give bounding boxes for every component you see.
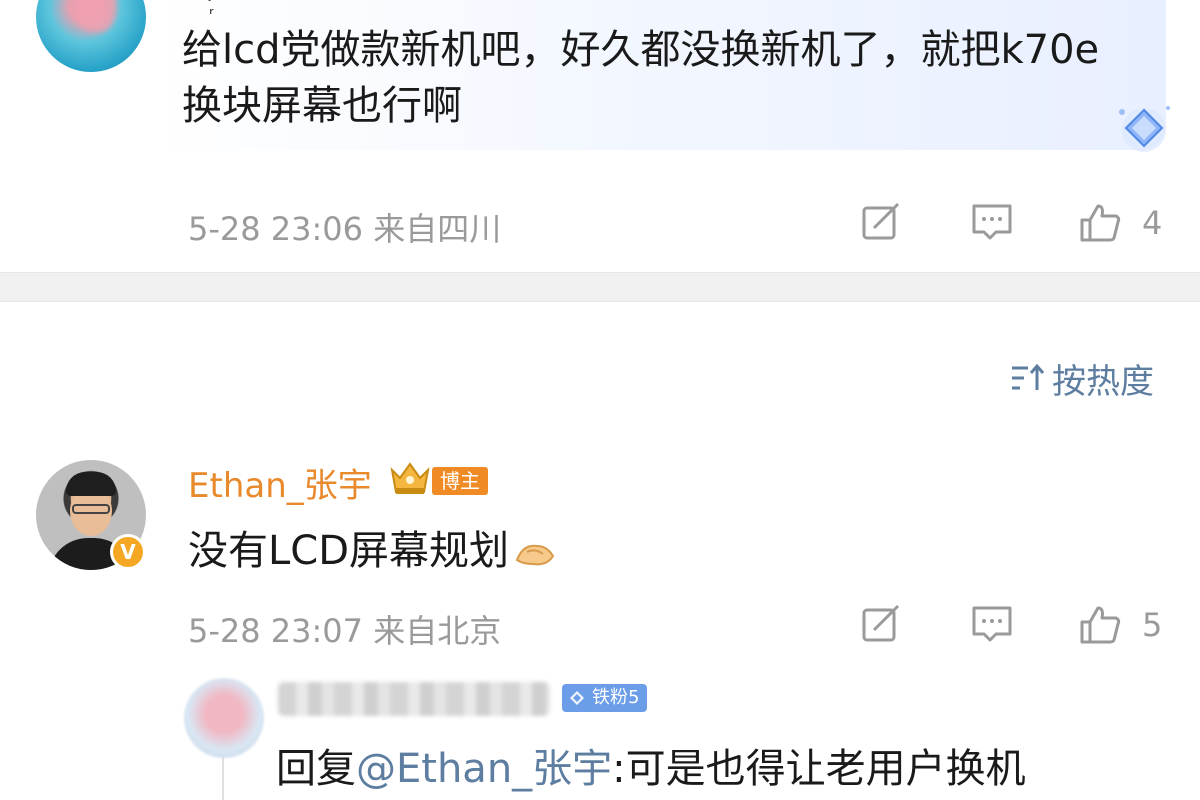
comment-meta: 5-28 23:07 来自北京 5 [188, 600, 1168, 650]
sort-toggle-button[interactable]: 按热度 [1010, 356, 1154, 402]
edit-icon[interactable] [860, 604, 904, 644]
comment-text: 没有LCD屏幕规划 [188, 518, 557, 576]
edit-icon[interactable] [860, 202, 904, 242]
reply-avatar[interactable] [184, 678, 264, 758]
top-post-avatar[interactable] [36, 0, 146, 72]
comment-icon[interactable] [970, 202, 1014, 242]
fan-level-badge: 铁粉5 [562, 684, 648, 712]
pinched-hand-icon [515, 544, 555, 566]
like-icon[interactable] [1078, 202, 1122, 242]
reply-username-blurred[interactable] [278, 682, 550, 716]
reply-prefix: 回复 [276, 746, 356, 792]
top-post-username[interactable]: ᴵ ᴵᴵ᷊ ᴵ [188, 0, 226, 15]
top-post-text: 给lcd党做款新机吧，好久都没换新机了，就把k70e换块屏幕也行啊 [182, 27, 1100, 129]
like-count: 4 [1142, 204, 1163, 242]
like-count: 5 [1142, 606, 1163, 644]
role-badge: 博主 [432, 467, 488, 495]
like-icon[interactable] [1078, 604, 1122, 644]
sort-label: 按热度 [1052, 361, 1154, 402]
fan-badge-label: 铁粉5 [592, 687, 640, 708]
comment-text-content: 没有LCD屏幕规划 [188, 528, 510, 574]
reply-content: :可是也得让老用户换机 [612, 746, 1026, 792]
top-post-meta: 5-28 23:06 来自四川 4 [188, 198, 1168, 248]
reply-text: 回复@Ethan_张宇:可是也得让老用户换机 [276, 736, 1026, 794]
gem-icon [570, 691, 584, 705]
comment-time: 5-28 23:07 来自北京 [188, 612, 502, 650]
sort-icon [1012, 363, 1045, 390]
verified-icon: V [110, 534, 146, 570]
comment-icon[interactable] [970, 604, 1014, 644]
comment-author-name[interactable]: Ethan_张宇 [188, 458, 372, 507]
crown-icon [390, 462, 430, 494]
diamond-badge-icon [1119, 106, 1170, 152]
top-post: ᴵ ᴵᴵ᷊ ᴵ 给lcd党做款新机吧，好久都没换新机了，就把k70e换块屏幕也行… [0, 0, 1200, 272]
section-divider [0, 272, 1200, 302]
reply-mention-link[interactable]: @Ethan_张宇 [356, 746, 612, 792]
top-post-time: 5-28 23:06 来自四川 [188, 210, 502, 248]
